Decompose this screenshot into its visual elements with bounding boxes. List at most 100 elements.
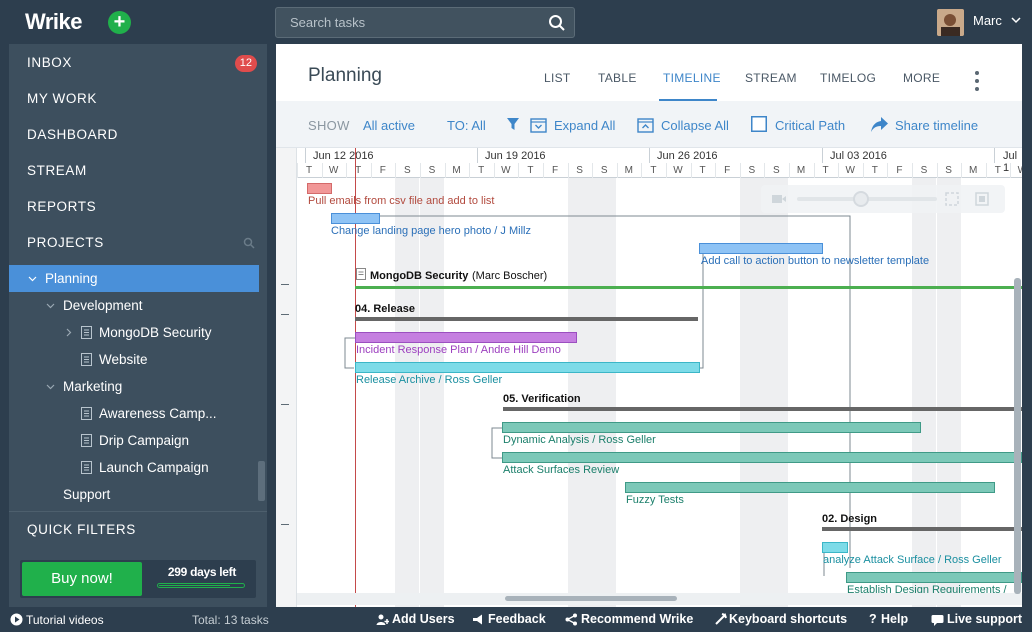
user-name[interactable]: Marc — [973, 13, 1002, 28]
task-bar[interactable] — [822, 542, 848, 553]
task-bar[interactable] — [355, 332, 577, 343]
task-label[interactable]: Incident Response Plan / Andre Hill Demo — [356, 344, 561, 356]
task-bar[interactable] — [355, 362, 700, 373]
task-label[interactable]: Attack Surfaces Review — [503, 464, 619, 476]
add-users-link[interactable]: Add Users — [392, 612, 455, 626]
share-icon[interactable] — [565, 613, 578, 626]
tab-timelog[interactable]: TIMELOG — [820, 71, 876, 85]
project-icon — [81, 434, 92, 447]
show-filter[interactable]: All active — [363, 118, 415, 133]
chevron-down-icon[interactable] — [1011, 16, 1021, 24]
project-label[interactable]: MongoDB Security — [370, 270, 468, 282]
horizontal-scroll-thumb[interactable] — [505, 596, 677, 601]
nav-dashboard[interactable]: DASHBOARD — [9, 117, 267, 153]
task-label[interactable]: analyze Attack Surface / Ross Geller — [823, 554, 1002, 566]
task-bar[interactable] — [502, 452, 1022, 463]
question-icon[interactable]: ? — [869, 612, 877, 626]
nav-reports[interactable]: REPORTS — [9, 189, 267, 225]
more-options-icon[interactable] — [974, 70, 980, 92]
keyboard-shortcuts-link[interactable]: Keyboard shortcuts — [729, 612, 847, 626]
chevron-down-icon[interactable] — [46, 382, 55, 391]
tutorial-videos-link[interactable]: Tutorial videos — [26, 613, 104, 627]
project-icon — [81, 353, 92, 366]
collapse-all-icon[interactable] — [637, 116, 654, 133]
critical-path-toggle[interactable]: Critical Path — [775, 118, 845, 133]
show-label: SHOW — [308, 118, 350, 133]
expand-all-button[interactable]: Expand All — [554, 118, 615, 133]
add-user-icon[interactable] — [376, 613, 389, 626]
task-bar[interactable] — [625, 482, 995, 493]
chevron-down-icon[interactable] — [46, 301, 55, 310]
tree-item-mongodb-security[interactable]: MongoDB Security — [9, 319, 259, 346]
inbox-count-badge: 12 — [234, 55, 257, 72]
add-new-button[interactable]: + — [108, 11, 131, 34]
nav-projects[interactable]: PROJECTS — [9, 225, 267, 261]
play-icon[interactable] — [10, 613, 23, 626]
project-owner: (Marc Boscher) — [472, 270, 548, 282]
horizontal-scrollbar[interactable] — [297, 593, 1022, 605]
wrike-logo[interactable]: Wrike — [25, 9, 83, 35]
group-label[interactable]: 04. Release — [355, 303, 415, 315]
tab-stream[interactable]: STREAM — [745, 71, 797, 85]
tree-item-development[interactable]: Development — [9, 292, 259, 319]
buy-now-button[interactable]: Buy now! — [22, 562, 142, 596]
task-bar[interactable] — [846, 572, 1022, 583]
task-bar[interactable] — [307, 183, 332, 194]
task-bar[interactable] — [502, 422, 921, 433]
tab-timeline[interactable]: TIMELINE — [663, 71, 721, 85]
task-label[interactable]: Add call to action button to newsletter … — [701, 255, 929, 267]
avatar[interactable] — [937, 9, 964, 36]
group-span — [503, 407, 1022, 411]
megaphone-icon[interactable] — [472, 613, 485, 626]
recommend-link[interactable]: Recommend Wrike — [581, 612, 693, 626]
chevron-right-icon[interactable] — [64, 328, 73, 337]
task-bar[interactable] — [699, 243, 823, 254]
tree-item-support[interactable]: Support — [9, 481, 259, 508]
search-icon[interactable] — [548, 14, 566, 32]
task-label[interactable]: Dynamic Analysis / Ross Geller — [503, 434, 656, 446]
tab-table[interactable]: TABLE — [598, 71, 637, 85]
share-icon[interactable] — [870, 116, 889, 133]
task-label[interactable]: Fuzzy Tests — [626, 494, 684, 506]
feedback-link[interactable]: Feedback — [488, 612, 546, 626]
group-span — [355, 317, 698, 321]
search-icon[interactable] — [243, 237, 255, 249]
chat-icon[interactable] — [931, 613, 944, 626]
live-support-link[interactable]: Live support — [947, 612, 1022, 626]
nav-my-work[interactable]: MY WORK — [9, 81, 267, 117]
sidebar-scrollbar[interactable] — [258, 461, 265, 501]
share-timeline-button[interactable]: Share timeline — [895, 118, 978, 133]
task-label[interactable]: Pull emails from csv file and add to lis… — [308, 195, 494, 207]
quick-filters[interactable]: QUICK FILTERS — [9, 511, 267, 547]
expand-all-icon[interactable] — [530, 116, 547, 133]
assignee-filter[interactable]: TO: All — [447, 118, 486, 133]
task-label[interactable]: Change landing page hero photo / J Millz — [331, 225, 531, 237]
help-link[interactable]: Help — [881, 612, 908, 626]
filter-icon[interactable] — [507, 118, 519, 131]
search-input[interactable] — [290, 15, 540, 30]
keyboard-icon[interactable] — [714, 613, 727, 626]
collapse-all-button[interactable]: Collapse All — [661, 118, 729, 133]
tree-item-marketing[interactable]: Marketing — [9, 373, 259, 400]
checkbox-icon[interactable] — [751, 116, 767, 132]
vertical-scrollbar[interactable] — [1014, 278, 1021, 594]
tree-item-website[interactable]: Website — [9, 346, 259, 373]
sidebar: INBOX 12 MY WORK DASHBOARD STREAM REPORTS… — [9, 44, 267, 612]
tab-more[interactable]: MORE — [903, 71, 940, 85]
tree-item-planning[interactable]: Planning — [9, 265, 259, 292]
group-label[interactable]: 05. Verification — [503, 393, 581, 405]
tab-list[interactable]: LIST — [544, 71, 571, 85]
nav-inbox[interactable]: INBOX 12 — [9, 45, 267, 81]
group-label[interactable]: 02. Design — [822, 513, 877, 525]
tree-item-awareness-campaign[interactable]: Awareness Camp... — [9, 400, 259, 427]
tree-item-launch-campaign[interactable]: Launch Campaign — [9, 454, 259, 481]
task-bar[interactable] — [331, 213, 380, 224]
tree-item-drip-campaign[interactable]: Drip Campaign — [9, 427, 259, 454]
nav-stream[interactable]: STREAM — [9, 153, 267, 189]
group-span — [822, 527, 1022, 531]
chevron-down-icon[interactable] — [28, 274, 37, 283]
search-box[interactable] — [275, 7, 575, 38]
task-label[interactable]: Release Archive / Ross Geller — [356, 374, 502, 386]
project-icon — [81, 326, 92, 339]
page-title: Planning — [308, 65, 382, 86]
